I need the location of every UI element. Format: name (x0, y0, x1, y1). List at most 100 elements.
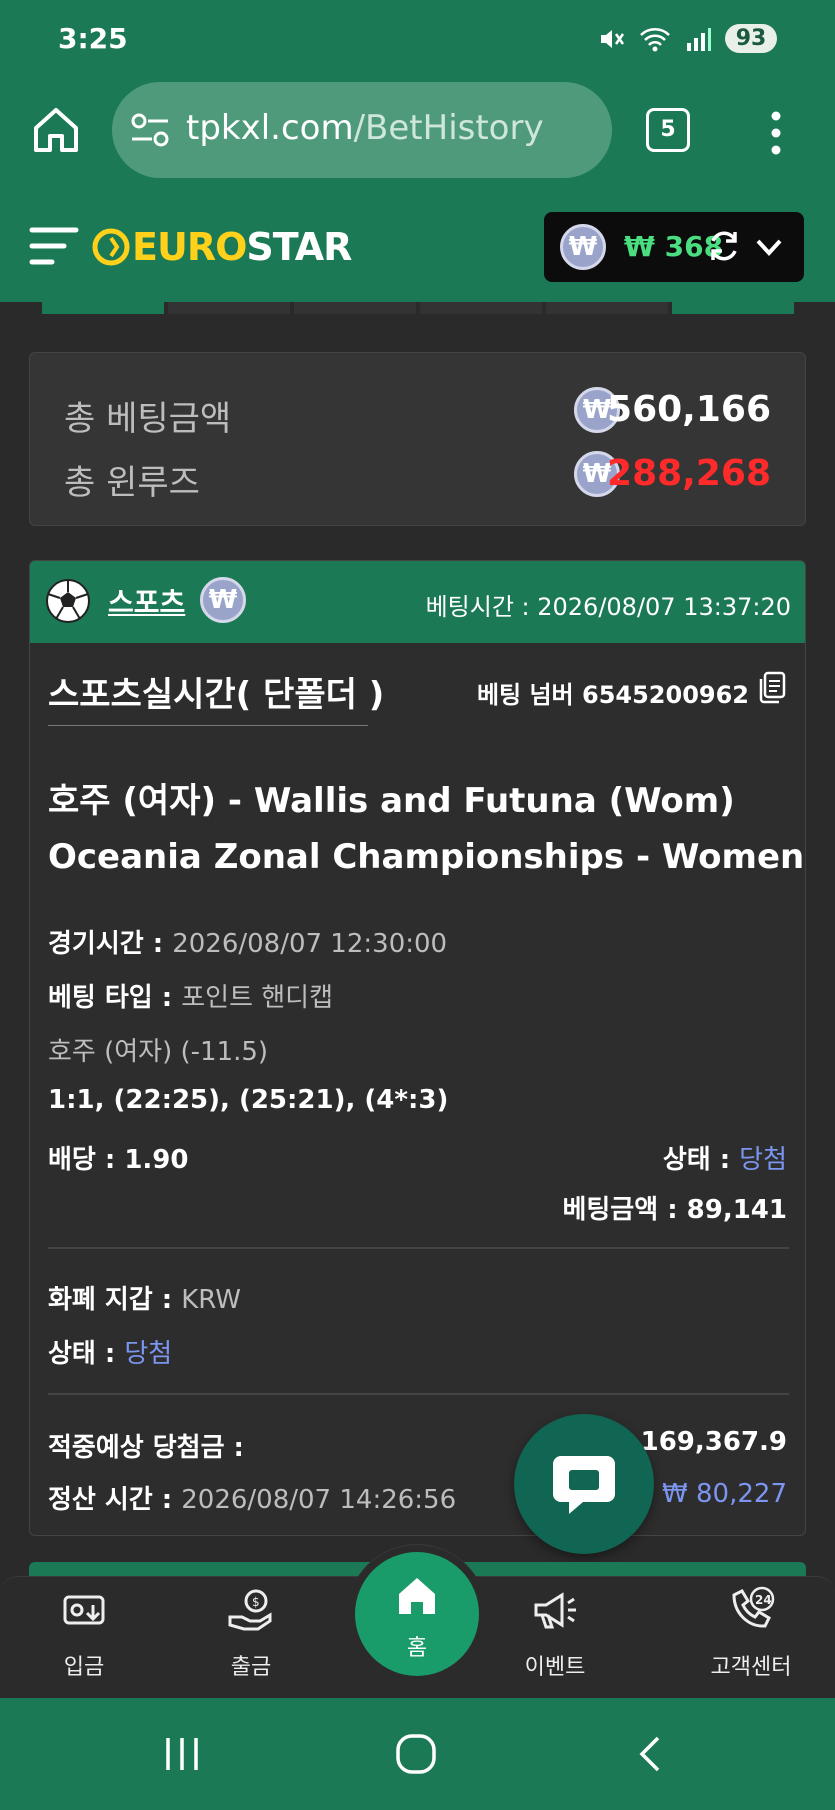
tab-fragment[interactable] (294, 302, 416, 314)
bet-type-label: 베팅 타입 : (48, 983, 182, 1013)
signal-icon (687, 27, 711, 51)
odds-row: 배당 : 1.90 (48, 1139, 189, 1176)
logo-mark-icon (92, 228, 130, 266)
total-bet-label: 총 베팅금액 (64, 399, 232, 439)
tab-fragment[interactable] (420, 302, 542, 314)
game-time-value: 2026/08/07 12:30:00 (172, 929, 448, 959)
expected-win-label: 적중예상 당첨금 : (48, 1433, 244, 1463)
totals-card: 총 베팅금액 ₩ 560,166 총 윈루즈 ₩ 288,268 (29, 352, 806, 526)
settle-amount: ₩ 80,227 (662, 1479, 787, 1509)
refresh-icon[interactable] (706, 228, 742, 264)
wallet-widget[interactable]: ₩ ₩ 368 (544, 212, 804, 282)
site-header: EUROSTAR ₩ ₩ 368 (0, 190, 835, 302)
nav-home[interactable]: 홈 (355, 1552, 479, 1676)
tab-fragment[interactable] (168, 302, 290, 314)
browser-home-icon[interactable] (30, 104, 82, 156)
sport-label[interactable]: 스포츠 (108, 581, 185, 621)
status-value: 당첨 (739, 1145, 787, 1175)
wallet-value: KRW (181, 1285, 242, 1315)
divider (48, 1393, 789, 1395)
score: 1:1, (22:25), (25:21), (4*:3) (48, 1085, 449, 1115)
bet-time-value: 2026/08/07 13:37:20 (537, 593, 791, 621)
status-icons: 93 (597, 24, 777, 53)
wallet-row: 화폐 지갑 : KRW (48, 1279, 241, 1316)
address-bar[interactable]: tpkxl.com/BetHistory (112, 82, 612, 178)
bet-time: 베팅시간 : 2026/08/07 13:37:20 (426, 587, 791, 622)
won-coin-icon: ₩ (560, 224, 606, 270)
hamburger-menu-icon[interactable] (28, 222, 80, 270)
tab-fragment[interactable] (672, 302, 794, 314)
chat-bubble-icon (553, 1456, 615, 1514)
tab-fragment[interactable] (546, 302, 668, 314)
status2-label: 상태 : (48, 1339, 125, 1369)
nav-home-label: 홈 (406, 1636, 428, 1661)
battery-indicator: 93 (725, 24, 777, 53)
history-tabs-strip (42, 302, 794, 314)
svg-text:$: $ (252, 1595, 260, 1609)
nav-withdraw-label: 출금 (230, 1655, 272, 1680)
chevron-down-icon[interactable] (754, 232, 784, 262)
nav-deposit-label: 입금 (63, 1655, 105, 1680)
divider (48, 1247, 789, 1249)
clock: 3:25 (58, 22, 128, 55)
nav-support-label: 고객센터 (710, 1655, 792, 1680)
nav-support[interactable]: 24 고객센터 (681, 1585, 821, 1685)
bet-card: 스포츠 ₩ 베팅시간 : 2026/08/07 13:37:20 스포츠실시간(… (29, 560, 806, 1536)
bet-number-label: 베팅 넘버 (476, 681, 574, 709)
status-row: 상태 : 당첨 (663, 1139, 787, 1176)
svg-text:24: 24 (755, 1593, 772, 1607)
nav-event-label: 이벤트 (524, 1655, 586, 1680)
nav-event[interactable]: 이벤트 (485, 1585, 625, 1685)
deposit-icon (63, 1595, 105, 1625)
tab-switcher-button[interactable]: 5 (646, 108, 690, 152)
status-label: 상태 : (662, 1145, 740, 1175)
selection: 호주 (여자) (-11.5) (48, 1037, 269, 1067)
site-settings-icon[interactable] (130, 112, 170, 148)
wifi-icon (640, 27, 670, 51)
status2-row: 상태 : 당첨 (48, 1333, 172, 1370)
bet-card-header: 스포츠 ₩ 베팅시간 : 2026/08/07 13:37:20 (30, 561, 805, 643)
stake-value: 89,141 (686, 1195, 787, 1225)
nav-withdraw[interactable]: $ 출금 (181, 1585, 321, 1685)
expected-win-value: 169,367.9 (640, 1427, 787, 1457)
settle-row: 정산 시간 : 2026/08/07 14:26:56 (48, 1479, 456, 1516)
total-bet-value: 560,166 (607, 389, 771, 430)
tab-fragment[interactable] (42, 302, 164, 314)
odds-label: 배당 : (48, 1145, 125, 1175)
withdraw-icon: $ (228, 1589, 272, 1631)
url-text: tpkxl.com/BetHistory (186, 108, 544, 148)
status2-value: 당첨 (124, 1339, 173, 1369)
nav-deposit[interactable]: 입금 (14, 1585, 154, 1685)
back-icon[interactable] (630, 1734, 670, 1774)
logo-text-euro: EURO (132, 225, 247, 269)
browser-toolbar: tpkxl.com/BetHistory 5 (0, 78, 835, 190)
recents-icon[interactable] (160, 1734, 204, 1774)
divider (48, 725, 368, 726)
site-logo[interactable]: EUROSTAR (90, 225, 352, 269)
logo-text: EUROSTAR (132, 225, 352, 269)
system-navigation-bar (0, 1698, 835, 1810)
bet-type-row: 베팅 타입 : 포인트 핸디캡 (48, 977, 333, 1014)
total-winloss-label: 총 윈루즈 (64, 463, 200, 503)
bet-number-value: 6545200962 (582, 681, 749, 709)
settle-value: 2026/08/07 14:26:56 (181, 1485, 457, 1515)
total-winloss-value: 288,268 (607, 453, 771, 494)
browser-menu-icon[interactable] (766, 108, 786, 158)
wallet-label: 화폐 지갑 : (48, 1285, 182, 1315)
chat-button[interactable] (514, 1414, 654, 1554)
settle-label: 정산 시간 : (48, 1485, 182, 1515)
bet-time-label: 베팅시간 : (425, 593, 538, 621)
game-time-row: 경기시간 : 2026/08/07 12:30:00 (48, 923, 447, 960)
mute-icon (601, 29, 625, 48)
stake-row: 베팅금액 : 89,141 (562, 1189, 787, 1226)
megaphone-icon (534, 1592, 576, 1629)
odds-value: 1.90 (124, 1145, 189, 1175)
won-coin-icon: ₩ (200, 577, 246, 623)
logo-text-star: STAR (246, 225, 352, 269)
home-icon (399, 1578, 435, 1614)
copy-icon[interactable] (757, 671, 787, 705)
league-name: Oceania Zonal Championships - Women (48, 837, 805, 877)
url-host: tpkxl.com (186, 108, 354, 148)
bet-type-title: 스포츠실시간( 단폴더 ) (48, 675, 385, 715)
home-nav-icon[interactable] (394, 1732, 438, 1776)
